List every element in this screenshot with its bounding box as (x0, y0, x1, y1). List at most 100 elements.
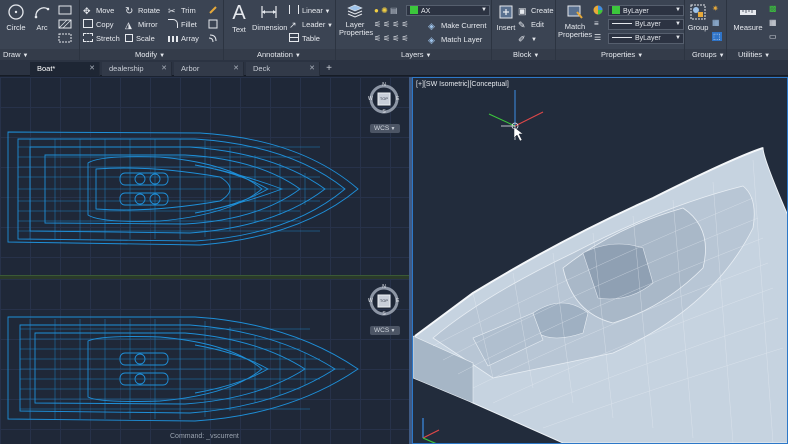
close-icon[interactable]: ✕ (89, 62, 95, 76)
wcs-menu[interactable]: WCS ▼ (370, 326, 400, 335)
erase-icon[interactable] (208, 5, 218, 15)
tab-boat[interactable]: Boat* ✕ (30, 62, 100, 76)
linear-button[interactable]: Linear ▼ (289, 4, 330, 17)
layer-color-swatch (410, 6, 418, 14)
top-viewport[interactable]: N S W E TOP WCS ▼ (0, 77, 409, 275)
hatch-icon[interactable] (58, 19, 72, 29)
compass-east: E (396, 96, 400, 102)
measure-icon (740, 10, 756, 15)
rectangle-icon[interactable] (58, 5, 72, 15)
measure-button[interactable]: Measure (731, 3, 765, 32)
table-button[interactable]: Table (289, 32, 320, 45)
draw-panel: Circle Arc Draw ▼ (0, 0, 80, 60)
linetype-icon: ≡ (594, 19, 599, 28)
explode-icon[interactable] (208, 19, 218, 29)
tab-dealership[interactable]: dealership ✕ (102, 62, 172, 76)
trim-icon: ✂ (168, 6, 176, 16)
group-select-icon[interactable]: ⬚ (712, 32, 722, 41)
utilities-panel: Measure ▩ ▦ ▭ Utilities ▼ (727, 0, 788, 60)
bottom-viewport[interactable]: N S W E TOP WCS ▼ (0, 279, 409, 444)
viewcube-bottom[interactable]: N S W E TOP (367, 284, 401, 318)
rotate-button[interactable]: ↻ Rotate (125, 4, 160, 17)
measure-label: Measure (733, 23, 763, 32)
lineweight-dropdown[interactable]: ByLayer ▼ (608, 33, 684, 44)
quick-select-icon[interactable]: ▩ (769, 4, 777, 13)
dimension-button[interactable]: Dimension (252, 3, 287, 32)
compass-north: N (382, 284, 386, 290)
layer-state-icons[interactable]: ● ✺ ▤ (374, 6, 398, 15)
array-button[interactable]: Array (168, 32, 199, 45)
layer-tools-row-2[interactable]: ⚟⚟⚟⚟ (374, 34, 411, 43)
annotation-panel: A Text Dimension Linear ▼ ↗ Leader ▼ Tabl… (224, 0, 336, 60)
layer-dropdown[interactable]: AX ▼ (406, 5, 490, 16)
close-icon[interactable]: ✕ (233, 62, 239, 76)
scale-button[interactable]: Scale (125, 32, 155, 45)
layer-properties-button[interactable]: Layer Properties (339, 3, 373, 37)
insert-label: Insert (496, 23, 516, 32)
ungroup-icon[interactable]: ✷ (712, 4, 719, 13)
tab-deck[interactable]: Deck ✕ (246, 62, 320, 76)
layer-tools-row-1[interactable]: ⚟⚟⚟⚟ (374, 20, 411, 29)
group-button[interactable]: Group (687, 3, 709, 32)
mirror-button[interactable]: ◮ Mirror (125, 18, 158, 31)
text-button[interactable]: A Text (230, 3, 248, 34)
groups-panel: Group ✷ ▦ ⬚ Groups ▼ (685, 0, 727, 60)
grid-icon[interactable] (58, 33, 72, 43)
move-button[interactable]: ✥ Move (83, 4, 114, 17)
edit-block-icon: ✎ (518, 20, 526, 30)
ucs-gizmo (488, 90, 544, 142)
mirror-icon: ◮ (125, 20, 132, 30)
draw-panel-title[interactable]: Draw ▼ (0, 49, 79, 60)
leader-button[interactable]: ↗ Leader ▼ (289, 18, 333, 31)
edit-block-button[interactable]: ✎ Edit (518, 18, 544, 31)
utilities-panel-title[interactable]: Utilities ▼ (727, 49, 788, 60)
layer-off-icon: ⚟ (374, 20, 384, 29)
layer-unisolate-icon: ⚟ (383, 34, 393, 43)
modify-panel: ✥ Move Copy Stretch ↻ Rotate ◮ Mirror Scale… (80, 0, 224, 60)
block-attributes-button[interactable]: ✐ ▼ (518, 32, 537, 45)
copy-button[interactable]: Copy (83, 18, 114, 31)
arc-icon (34, 7, 50, 19)
compass-north: N (382, 82, 386, 88)
wcs-menu[interactable]: WCS ▼ (370, 124, 400, 133)
isometric-viewport[interactable]: [+][SW Isometric][Conceptual] (412, 77, 788, 444)
layer-lock-icon: ⚟ (401, 20, 411, 29)
layers-panel-title[interactable]: Layers ▼ (336, 49, 491, 60)
boat-isometric-model (413, 90, 787, 443)
calculator-icon[interactable]: ▦ (769, 18, 777, 27)
annotation-panel-title[interactable]: Annotation ▼ (224, 49, 335, 60)
compass-east: E (396, 298, 400, 304)
color-swatch (612, 6, 620, 14)
groups-panel-title[interactable]: Groups ▼ (685, 49, 726, 60)
group-edit-icon[interactable]: ▦ (712, 18, 720, 27)
match-properties-button[interactable]: Match Properties (558, 3, 592, 39)
insert-button[interactable]: Insert (495, 3, 517, 32)
modify-panel-title[interactable]: Modify ▼ (80, 49, 223, 60)
close-icon[interactable]: ✕ (161, 62, 167, 76)
tab-arbor[interactable]: Arbor ✕ (174, 62, 244, 76)
offset-icon[interactable] (208, 33, 218, 43)
id-point-icon[interactable]: ▭ (769, 32, 777, 41)
make-current-button[interactable]: ◈ Make Current (428, 19, 486, 32)
compass-west: W (368, 298, 373, 304)
trim-button[interactable]: ✂ Trim (168, 4, 196, 17)
color-dropdown[interactable]: ByLayer ▼ (608, 5, 684, 16)
command-line[interactable]: Command: _vscurrent (170, 433, 239, 440)
stretch-button[interactable]: Stretch (83, 32, 120, 45)
new-tab-button[interactable]: + (322, 62, 336, 76)
close-icon[interactable]: ✕ (309, 62, 315, 76)
properties-panel-title[interactable]: Properties ▼ (556, 49, 684, 60)
block-panel-title[interactable]: Block ▼ (492, 49, 555, 60)
match-layer-button[interactable]: ◈ Match Layer (428, 33, 482, 46)
linetype-dropdown[interactable]: ByLayer ▼ (608, 19, 684, 30)
viewcube-top[interactable]: N S W E TOP (367, 82, 401, 116)
scale-icon (125, 34, 133, 42)
circle-button[interactable]: Circle (4, 3, 28, 32)
arc-button[interactable]: Arc (31, 3, 53, 32)
array-icon (168, 36, 178, 42)
circle-label: Circle (6, 23, 26, 32)
copy-icon (83, 19, 93, 28)
create-block-button[interactable]: ▣ Create (518, 4, 554, 17)
fillet-button[interactable]: Fillet (168, 18, 197, 31)
lightbulb-icon: ● (374, 6, 379, 15)
